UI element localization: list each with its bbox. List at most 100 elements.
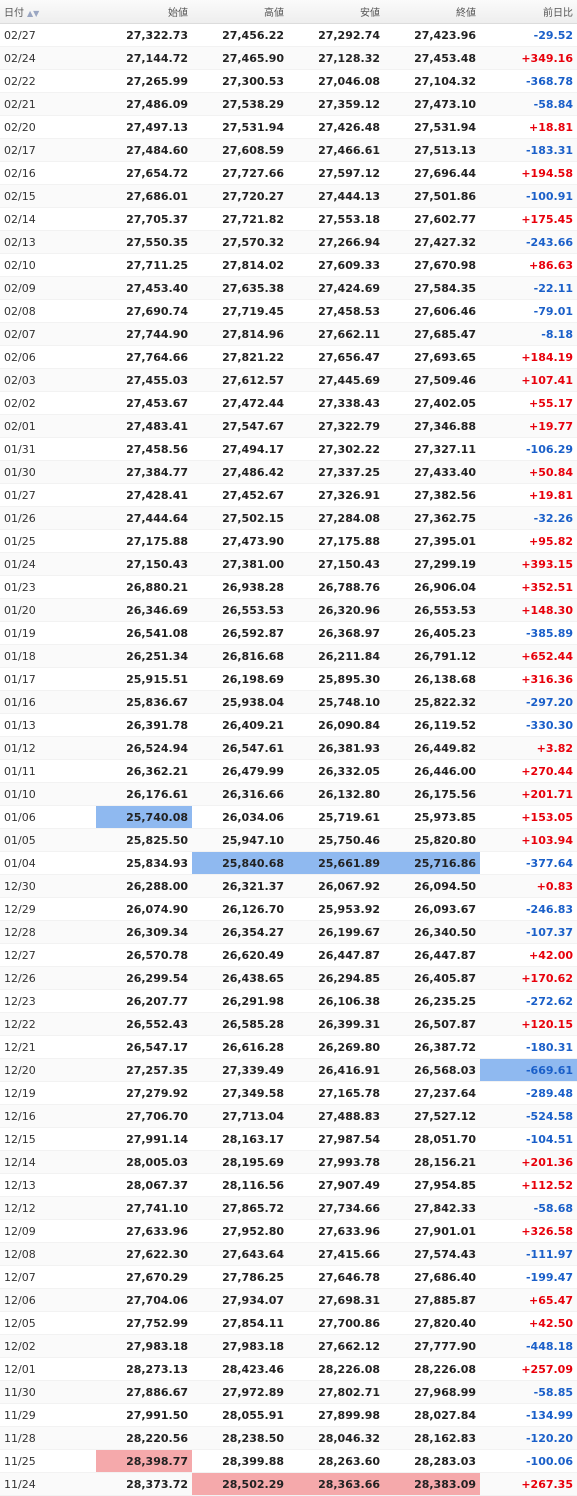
cell-date: 12/22 <box>0 1012 96 1036</box>
cell-low: 27,175.88 <box>288 529 384 553</box>
cell-date: 12/19 <box>0 1081 96 1105</box>
cell-date: 02/22 <box>0 69 96 93</box>
column-header-open[interactable]: 始値 <box>96 0 192 24</box>
cell-close: 27,820.40 <box>384 1311 480 1335</box>
cell-date: 02/10 <box>0 253 96 277</box>
cell-high: 27,339.49 <box>192 1058 288 1082</box>
table-row: 11/24 28,373.72 28,502.29 28,363.66 28,383.0… <box>0 1472 577 1496</box>
table-row: 02/07 27,744.90 27,814.96 27,662.11 27,685.4… <box>0 322 577 346</box>
cell-low: 27,993.78 <box>288 1150 384 1174</box>
cell-date: 11/24 <box>0 1472 96 1496</box>
column-header-low[interactable]: 安値 <box>288 0 384 24</box>
cell-open: 26,176.61 <box>96 782 192 806</box>
cell-change: -106.29 <box>480 437 577 461</box>
cell-open: 25,834.93 <box>96 851 192 875</box>
cell-low: 25,953.92 <box>288 897 384 921</box>
table-row: 01/13 26,391.78 26,409.21 26,090.84 26,119.5… <box>0 713 577 737</box>
cell-close: 27,968.99 <box>384 1380 480 1404</box>
cell-open: 27,704.06 <box>96 1288 192 1312</box>
cell-high: 27,934.07 <box>192 1288 288 1312</box>
table-row: 12/27 26,570.78 26,620.49 26,447.87 26,447.8… <box>0 943 577 967</box>
cell-high: 27,719.45 <box>192 299 288 323</box>
cell-open: 27,670.29 <box>96 1265 192 1289</box>
cell-change: -385.89 <box>480 621 577 645</box>
cell-close: 27,473.10 <box>384 92 480 116</box>
table-row: 11/25 28,398.77 28,399.88 28,263.60 28,283.0… <box>0 1449 577 1473</box>
cell-high: 26,816.68 <box>192 644 288 668</box>
cell-low: 27,128.32 <box>288 46 384 70</box>
cell-high: 27,608.59 <box>192 138 288 162</box>
cell-close: 26,405.87 <box>384 966 480 990</box>
cell-low: 25,661.89 <box>288 851 384 875</box>
cell-high: 28,163.17 <box>192 1127 288 1151</box>
column-header-close[interactable]: 終値 <box>384 0 480 24</box>
column-header-date[interactable]: 日付 ▲▼ <box>0 0 96 24</box>
cell-change: -368.78 <box>480 69 577 93</box>
cell-change: -107.37 <box>480 920 577 944</box>
table-row: 12/15 27,991.14 28,163.17 27,987.54 28,051.7… <box>0 1127 577 1151</box>
cell-open: 25,836.67 <box>96 690 192 714</box>
cell-change: -32.26 <box>480 506 577 530</box>
cell-high: 25,938.04 <box>192 690 288 714</box>
cell-date: 12/30 <box>0 874 96 898</box>
sort-up-down-icon[interactable]: ▲▼ <box>27 9 39 18</box>
cell-open: 27,265.99 <box>96 69 192 93</box>
cell-high: 27,721.82 <box>192 207 288 231</box>
cell-open: 27,983.18 <box>96 1334 192 1358</box>
cell-change: -58.84 <box>480 92 577 116</box>
column-header-low-label: 安値 <box>360 8 380 19</box>
cell-open: 26,299.54 <box>96 966 192 990</box>
cell-close: 28,027.84 <box>384 1403 480 1427</box>
cell-low: 26,399.31 <box>288 1012 384 1036</box>
cell-change: -246.83 <box>480 897 577 921</box>
cell-open: 27,444.64 <box>96 506 192 530</box>
table-row: 12/16 27,706.70 27,713.04 27,488.83 27,527.1… <box>0 1104 577 1128</box>
cell-close: 27,402.05 <box>384 391 480 415</box>
cell-low: 27,734.66 <box>288 1196 384 1220</box>
cell-open: 25,915.51 <box>96 667 192 691</box>
cell-change: -180.31 <box>480 1035 577 1059</box>
table-row: 01/04 25,834.93 25,840.68 25,661.89 25,716.8… <box>0 851 577 875</box>
cell-close: 27,527.12 <box>384 1104 480 1128</box>
cell-date: 12/13 <box>0 1173 96 1197</box>
cell-change: -8.18 <box>480 322 577 346</box>
cell-date: 02/07 <box>0 322 96 346</box>
table-row: 01/23 26,880.21 26,938.28 26,788.76 26,906.0… <box>0 575 577 599</box>
cell-high: 26,316.66 <box>192 782 288 806</box>
cell-high: 27,300.53 <box>192 69 288 93</box>
cell-open: 27,428.41 <box>96 483 192 507</box>
table-row: 02/24 27,144.72 27,465.90 27,128.32 27,453.4… <box>0 46 577 70</box>
column-header-close-label: 終値 <box>456 8 476 19</box>
cell-open: 25,740.08 <box>96 805 192 829</box>
cell-open: 26,074.90 <box>96 897 192 921</box>
cell-date: 01/13 <box>0 713 96 737</box>
cell-low: 27,633.96 <box>288 1219 384 1243</box>
cell-change: +201.71 <box>480 782 577 806</box>
cell-open: 27,486.09 <box>96 92 192 116</box>
cell-open: 26,541.08 <box>96 621 192 645</box>
table-row: 01/19 26,541.08 26,592.87 26,368.97 26,405.2… <box>0 621 577 645</box>
cell-low: 27,337.25 <box>288 460 384 484</box>
column-header-high[interactable]: 高値 <box>192 0 288 24</box>
cell-close: 25,973.85 <box>384 805 480 829</box>
cell-change: +19.77 <box>480 414 577 438</box>
table-row: 02/21 27,486.09 27,538.29 27,359.12 27,473.1… <box>0 92 577 116</box>
cell-date: 02/13 <box>0 230 96 254</box>
cell-open: 27,690.74 <box>96 299 192 323</box>
cell-open: 28,398.77 <box>96 1449 192 1473</box>
cell-open: 26,391.78 <box>96 713 192 737</box>
cell-high: 26,592.87 <box>192 621 288 645</box>
cell-high: 28,399.88 <box>192 1449 288 1473</box>
cell-high: 28,423.46 <box>192 1357 288 1381</box>
cell-open: 27,497.13 <box>96 115 192 139</box>
cell-date: 01/18 <box>0 644 96 668</box>
column-header-change[interactable]: 前日比 <box>480 0 577 24</box>
table-row: 12/30 26,288.00 26,321.37 26,067.92 26,094.5… <box>0 874 577 898</box>
cell-close: 27,584.35 <box>384 276 480 300</box>
table-row: 12/28 26,309.34 26,354.27 26,199.67 26,340.5… <box>0 920 577 944</box>
cell-low: 26,332.05 <box>288 759 384 783</box>
cell-low: 27,266.94 <box>288 230 384 254</box>
cell-low: 25,895.30 <box>288 667 384 691</box>
cell-close: 26,119.52 <box>384 713 480 737</box>
cell-high: 27,349.58 <box>192 1081 288 1105</box>
